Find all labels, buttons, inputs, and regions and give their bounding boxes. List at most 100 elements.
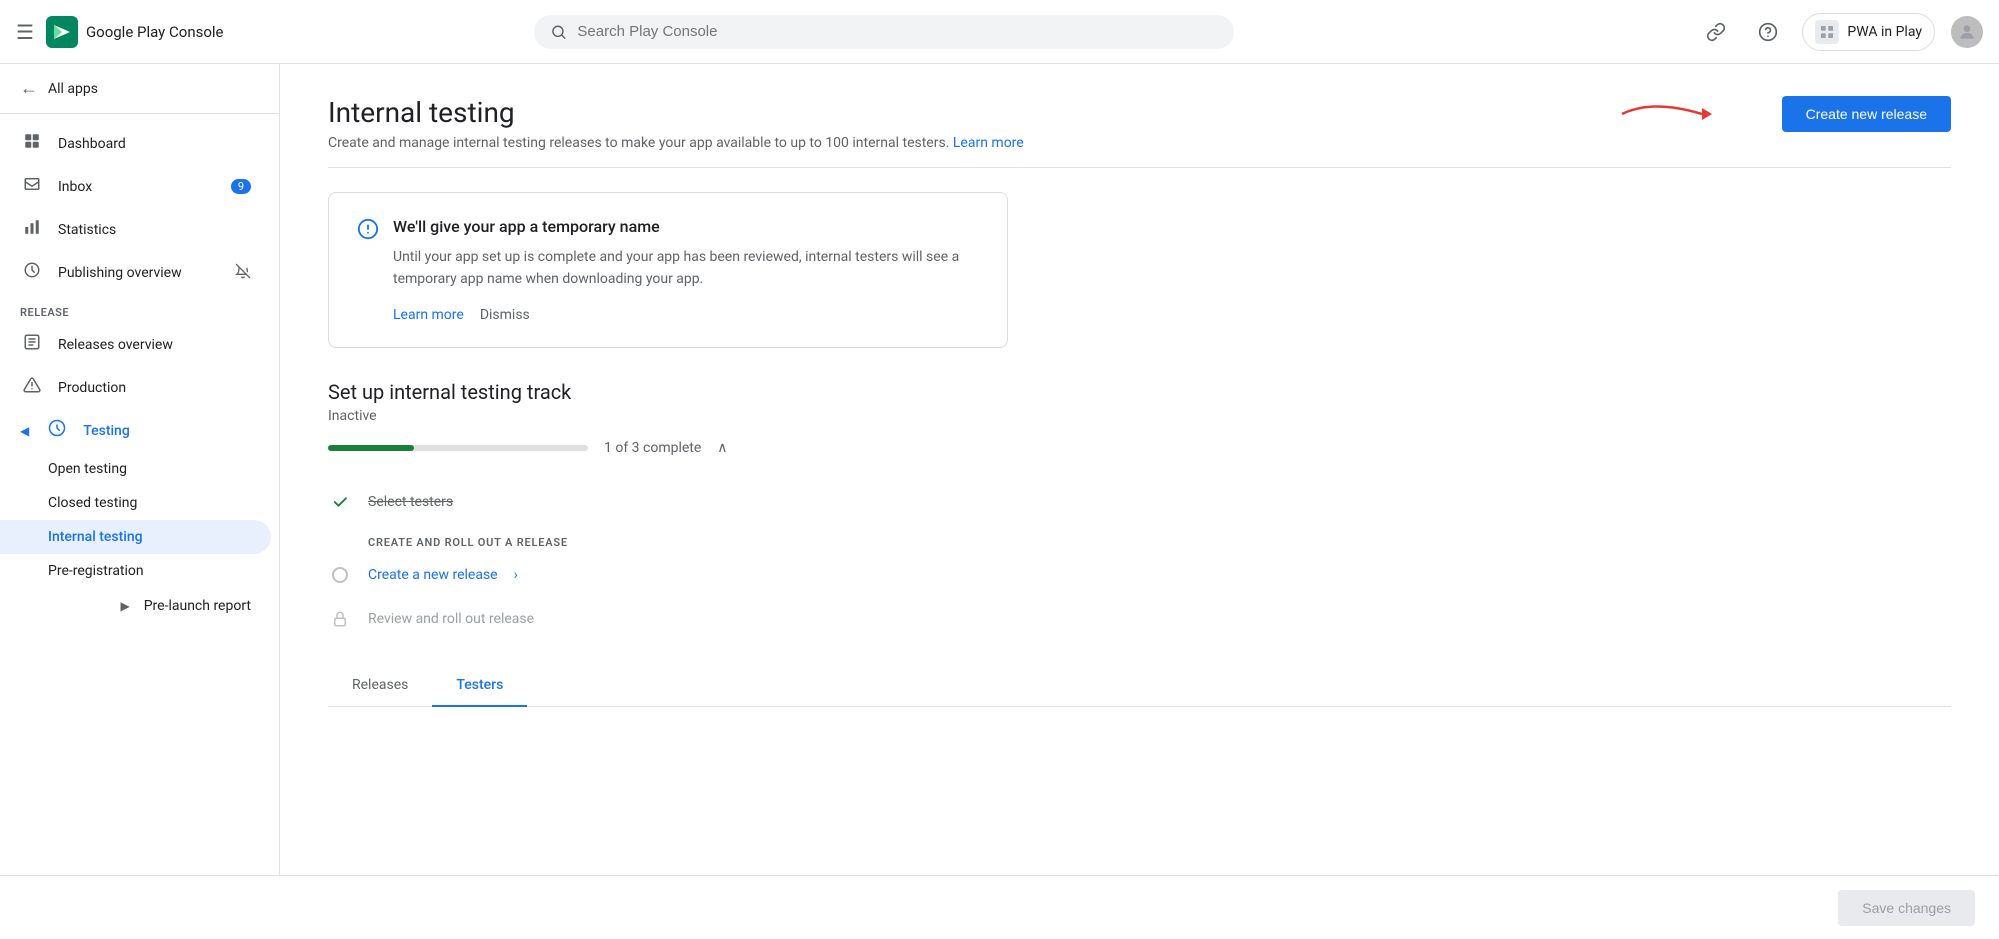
inbox-badge: 9 bbox=[231, 179, 251, 194]
bell-muted-icon bbox=[235, 263, 251, 283]
sidebar-nav: Dashboard Inbox 9 bbox=[0, 114, 279, 632]
info-card-body: Until your app set up is complete and yo… bbox=[393, 246, 979, 291]
sidebar-item-dashboard[interactable]: Dashboard bbox=[0, 122, 271, 165]
app-switcher-name: PWA in Play bbox=[1847, 24, 1922, 40]
dismiss-button[interactable]: Dismiss bbox=[480, 307, 530, 323]
page-title-area: Internal testing Create and manage inter… bbox=[328, 96, 1024, 151]
info-card-actions: Learn more Dismiss bbox=[393, 307, 979, 323]
sidebar-item-open-testing[interactable]: Open testing bbox=[0, 452, 271, 486]
info-card: We'll give your app a temporary name Unt… bbox=[328, 192, 1008, 348]
layout: ← All apps Dashboard bbox=[0, 64, 1999, 875]
step-circle-icon bbox=[328, 563, 352, 587]
publishing-icon bbox=[20, 261, 44, 284]
testing-icon bbox=[45, 419, 69, 442]
app-switcher[interactable]: PWA in Play bbox=[1802, 13, 1935, 51]
sidebar-item-pre-registration[interactable]: Pre-registration bbox=[0, 554, 271, 588]
save-changes-button[interactable]: Save changes bbox=[1838, 890, 1975, 926]
sidebar-releases-label: Releases overview bbox=[58, 337, 173, 353]
tabs-row: Releases Testers bbox=[328, 665, 1951, 707]
info-card-content: We'll give your app a temporary name Unt… bbox=[393, 217, 979, 323]
topbar-right: PWA in Play bbox=[1698, 13, 1983, 51]
create-btn-area: Create new release bbox=[1722, 96, 1951, 132]
sidebar-item-statistics[interactable]: Statistics bbox=[0, 208, 271, 251]
setup-section-title: Set up internal testing track bbox=[328, 380, 1951, 404]
info-card-learn-more-link[interactable]: Learn more bbox=[393, 307, 464, 323]
dashboard-icon bbox=[20, 132, 44, 155]
step-select-testers: Select testers bbox=[328, 480, 1951, 524]
inbox-icon bbox=[20, 175, 44, 198]
progress-row: 1 of 3 complete ∧ bbox=[328, 440, 1951, 456]
sidebar: ← All apps Dashboard bbox=[0, 64, 280, 875]
app-switcher-icon bbox=[1815, 20, 1839, 44]
progress-chevron-icon[interactable]: ∧ bbox=[717, 440, 727, 456]
sidebar-item-testing-parent[interactable]: ◀ Testing bbox=[0, 409, 279, 452]
sidebar-item-closed-testing[interactable]: Closed testing bbox=[0, 486, 271, 520]
open-testing-label: Open testing bbox=[48, 461, 127, 477]
header-learn-more-link[interactable]: Learn more bbox=[953, 135, 1024, 151]
topbar-left: ☰ Google Play Console bbox=[16, 16, 296, 48]
bottom-bar: Save changes bbox=[0, 875, 1999, 939]
avatar[interactable] bbox=[1951, 16, 1983, 48]
link-icon[interactable] bbox=[1698, 14, 1734, 50]
step-check-icon bbox=[328, 490, 352, 514]
create-new-release-button[interactable]: Create new release bbox=[1782, 96, 1951, 132]
release-section-label: Release bbox=[0, 294, 279, 323]
sidebar-item-dashboard-label: Dashboard bbox=[58, 136, 126, 152]
step-create-release[interactable]: Create a new release › bbox=[328, 553, 1951, 597]
sidebar-item-inbox-label: Inbox bbox=[58, 179, 92, 195]
sidebar-production-label: Production bbox=[58, 380, 126, 396]
sidebar-item-inbox[interactable]: Inbox 9 bbox=[0, 165, 271, 208]
page-header: Internal testing Create and manage inter… bbox=[280, 64, 1999, 167]
search-icon bbox=[550, 23, 567, 41]
step-select-testers-label: Select testers bbox=[368, 494, 453, 510]
back-arrow-icon: ← bbox=[20, 78, 38, 99]
tab-testers[interactable]: Testers bbox=[432, 665, 527, 707]
testing-expand-icon: ◀ bbox=[20, 424, 29, 438]
step-review-release-label: Review and roll out release bbox=[368, 611, 534, 627]
search-input[interactable] bbox=[577, 23, 1218, 40]
all-apps-label: All apps bbox=[48, 81, 98, 97]
page-title: Internal testing bbox=[328, 96, 1024, 129]
production-icon bbox=[20, 376, 44, 399]
setup-section-status: Inactive bbox=[328, 408, 1951, 424]
releases-icon bbox=[20, 333, 44, 356]
progress-bar-container bbox=[328, 445, 588, 451]
logo-area: Google Play Console bbox=[46, 16, 224, 48]
statistics-icon bbox=[20, 218, 44, 241]
sidebar-item-releases-overview[interactable]: Releases overview bbox=[0, 323, 271, 366]
logo-text: Google Play Console bbox=[86, 23, 224, 41]
info-circle-icon bbox=[357, 218, 379, 245]
pre-registration-label: Pre-registration bbox=[48, 563, 144, 579]
info-card-title: We'll give your app a temporary name bbox=[393, 217, 979, 236]
play-console-logo-icon bbox=[46, 16, 78, 48]
page-subtitle: Create and manage internal testing relea… bbox=[328, 135, 1024, 151]
closed-testing-label: Closed testing bbox=[48, 495, 137, 511]
hamburger-icon[interactable]: ☰ bbox=[16, 20, 34, 44]
progress-text: 1 of 3 complete bbox=[604, 440, 701, 456]
step-review-release: Review and roll out release bbox=[328, 597, 1951, 641]
sidebar-item-pre-launch[interactable]: ▶ Pre-launch report bbox=[0, 588, 271, 624]
info-card-header: We'll give your app a temporary name Unt… bbox=[357, 217, 979, 323]
step-lock-icon bbox=[328, 607, 352, 631]
sidebar-item-statistics-label: Statistics bbox=[58, 222, 116, 238]
sidebar-item-internal-testing[interactable]: Internal testing bbox=[0, 520, 271, 554]
setup-section: Set up internal testing track Inactive 1… bbox=[328, 380, 1951, 707]
pre-launch-label: Pre-launch report bbox=[144, 598, 251, 614]
create-release-section-label: CREATE AND ROLL OUT A RELEASE bbox=[368, 536, 1951, 549]
all-apps-nav[interactable]: ← All apps bbox=[0, 64, 279, 114]
sidebar-item-publishing-label: Publishing overview bbox=[58, 265, 182, 281]
step-create-release-link[interactable]: Create a new release bbox=[368, 567, 498, 583]
search-bar[interactable] bbox=[534, 15, 1234, 49]
progress-bar-fill bbox=[328, 445, 414, 451]
help-icon[interactable] bbox=[1750, 14, 1786, 50]
main-content: Internal testing Create and manage inter… bbox=[280, 64, 1999, 875]
sidebar-item-publishing[interactable]: Publishing overview bbox=[0, 251, 271, 294]
content-body: We'll give your app a temporary name Unt… bbox=[280, 168, 1999, 731]
internal-testing-label: Internal testing bbox=[48, 529, 143, 545]
testing-label: Testing bbox=[83, 423, 130, 439]
red-arrow-icon bbox=[1612, 94, 1732, 134]
sidebar-item-production[interactable]: Production bbox=[0, 366, 271, 409]
topbar: ☰ Google Play Console bbox=[0, 0, 1999, 64]
pre-launch-expand-icon: ▶ bbox=[120, 599, 129, 613]
tab-releases[interactable]: Releases bbox=[328, 665, 432, 707]
